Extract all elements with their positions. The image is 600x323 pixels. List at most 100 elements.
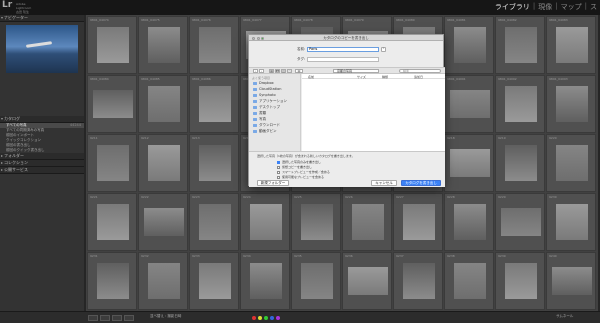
grid-cell[interactable]: 9891_04083: [546, 16, 596, 74]
photo-thumbnail[interactable]: [250, 204, 282, 240]
folders-header[interactable]: ▸ フォルダー: [0, 153, 84, 160]
grid-cell[interactable]: 9891_04075: [138, 16, 188, 74]
photo-thumbnail[interactable]: [199, 145, 231, 181]
photo-thumbnail[interactable]: [505, 86, 537, 122]
catalog-header[interactable]: ▾ カタログ: [0, 116, 84, 123]
module-develop[interactable]: 現像: [538, 2, 552, 12]
grid-cell[interactable]: 9891_04074: [87, 16, 137, 74]
publish-services-header[interactable]: ▸ 公開サービス: [0, 167, 84, 174]
icon-view-icon[interactable]: ▦: [269, 69, 274, 73]
photo-thumbnail[interactable]: [148, 27, 180, 63]
option-smart-previews[interactable]: スマートプレビューを作成／含める: [277, 170, 330, 174]
grid-cell[interactable]: 9240: [546, 252, 596, 310]
photo-thumbnail[interactable]: [505, 27, 537, 63]
option-export-virtual-copies[interactable]: 仮想コピーを書き出し: [277, 165, 312, 169]
photo-thumbnail[interactable]: [454, 204, 486, 240]
grid-cell[interactable]: 9891_04093: [546, 75, 596, 133]
photo-thumbnail[interactable]: [403, 263, 435, 299]
grid-cell[interactable]: 9231: [87, 252, 137, 310]
photo-thumbnail[interactable]: [93, 90, 133, 118]
grid-cell[interactable]: 9212: [138, 134, 188, 192]
grid-cell[interactable]: 9218: [444, 134, 494, 192]
grid-cell[interactable]: 9237: [393, 252, 443, 310]
grid-cell[interactable]: 9238: [444, 252, 494, 310]
grid-cell[interactable]: 9891_04081: [444, 16, 494, 74]
grid-cell[interactable]: 9232: [138, 252, 188, 310]
grid-cell[interactable]: 9229: [495, 193, 545, 251]
column-kind[interactable]: 種類: [382, 75, 388, 79]
grid-cell[interactable]: 9223: [189, 193, 239, 251]
grid-view-icon[interactable]: [88, 315, 98, 321]
blue-label-icon[interactable]: [270, 316, 274, 320]
module-library[interactable]: ライブラリ: [495, 2, 530, 12]
grid-cell[interactable]: 9225: [291, 193, 341, 251]
grid-cell[interactable]: 9891_04085: [138, 75, 188, 133]
photo-thumbnail[interactable]: [403, 204, 435, 240]
new-folder-button[interactable]: 新規フォルダー: [257, 180, 289, 186]
collapse-browser-button[interactable]: ⌃: [381, 47, 386, 52]
photo-thumbnail[interactable]: [97, 263, 129, 299]
grid-cell[interactable]: 9219: [495, 134, 545, 192]
grid-cell[interactable]: 9891_04076: [189, 16, 239, 74]
grid-cell[interactable]: 9221: [87, 193, 137, 251]
photo-thumbnail[interactable]: [148, 86, 180, 122]
search-field[interactable]: 検索: [399, 69, 441, 73]
photo-thumbnail[interactable]: [348, 267, 388, 295]
column-view-icon[interactable]: ▥: [281, 69, 286, 73]
photo-thumbnail[interactable]: [199, 263, 231, 299]
collections-header[interactable]: ▸ コレクション: [0, 160, 84, 167]
module-more[interactable]: ス: [590, 2, 597, 12]
photo-thumbnail[interactable]: [454, 27, 486, 63]
photo-thumbnail[interactable]: [450, 90, 490, 118]
arrange-menu-icon[interactable]: ▤: [295, 69, 303, 73]
grid-cell[interactable]: 9235: [291, 252, 341, 310]
yellow-label-icon[interactable]: [258, 316, 262, 320]
survey-view-icon[interactable]: [124, 315, 134, 321]
photo-thumbnail[interactable]: [556, 86, 588, 122]
forward-icon[interactable]: ›: [259, 69, 264, 73]
grid-cell[interactable]: 9891_04082: [495, 16, 545, 74]
grid-cell[interactable]: 9891_04091: [444, 75, 494, 133]
tags-field[interactable]: [307, 57, 379, 62]
grid-cell[interactable]: 9222: [138, 193, 188, 251]
navigator-preview[interactable]: [6, 25, 78, 73]
grid-cell[interactable]: 9220: [546, 134, 596, 192]
photo-thumbnail[interactable]: [505, 145, 537, 181]
column-size[interactable]: サイズ: [357, 75, 366, 79]
photo-thumbnail[interactable]: [352, 204, 384, 240]
option-export-selected[interactable]: 選択した写真のみを書き出し: [277, 160, 321, 164]
photo-thumbnail[interactable]: [556, 27, 588, 63]
photo-thumbnail[interactable]: [199, 86, 231, 122]
checkbox[interactable]: [277, 175, 280, 179]
photo-thumbnail[interactable]: [556, 204, 588, 240]
checkbox[interactable]: [277, 165, 280, 169]
grid-cell[interactable]: 9213: [189, 134, 239, 192]
grid-cell[interactable]: 9891_04086: [189, 75, 239, 133]
gallery-view-icon[interactable]: ▭: [287, 69, 292, 73]
loupe-view-icon[interactable]: [100, 315, 110, 321]
checkbox[interactable]: [277, 170, 280, 174]
checkbox[interactable]: [277, 160, 280, 164]
grid-cell[interactable]: 9211: [87, 134, 137, 192]
photo-thumbnail[interactable]: [144, 208, 184, 236]
photo-thumbnail[interactable]: [148, 263, 180, 299]
grid-cell[interactable]: 9226: [342, 193, 392, 251]
photo-thumbnail[interactable]: [450, 149, 490, 177]
grid-cell[interactable]: 9228: [444, 193, 494, 251]
option-include-previews[interactable]: 使用可能なプレビューを含める: [277, 175, 324, 179]
green-label-icon[interactable]: [264, 316, 268, 320]
favorites-item[interactable]: 動画ダビン: [249, 128, 300, 134]
photo-thumbnail[interactable]: [250, 263, 282, 299]
sort-order[interactable]: 並べ替え : 撮影日時: [150, 314, 181, 319]
cancel-button[interactable]: キャンセル: [371, 180, 397, 186]
red-label-icon[interactable]: [252, 316, 256, 320]
photo-thumbnail[interactable]: [148, 145, 180, 181]
photo-thumbnail[interactable]: [301, 263, 333, 299]
photo-thumbnail[interactable]: [199, 27, 231, 63]
name-field[interactable]: Paris: [307, 47, 379, 52]
grid-cell[interactable]: 9236: [342, 252, 392, 310]
navigator-header[interactable]: ▾ ナビゲーター: [0, 15, 84, 22]
grid-cell[interactable]: 9891_04092: [495, 75, 545, 133]
photo-thumbnail[interactable]: [97, 27, 129, 63]
photo-thumbnail[interactable]: [454, 263, 486, 299]
